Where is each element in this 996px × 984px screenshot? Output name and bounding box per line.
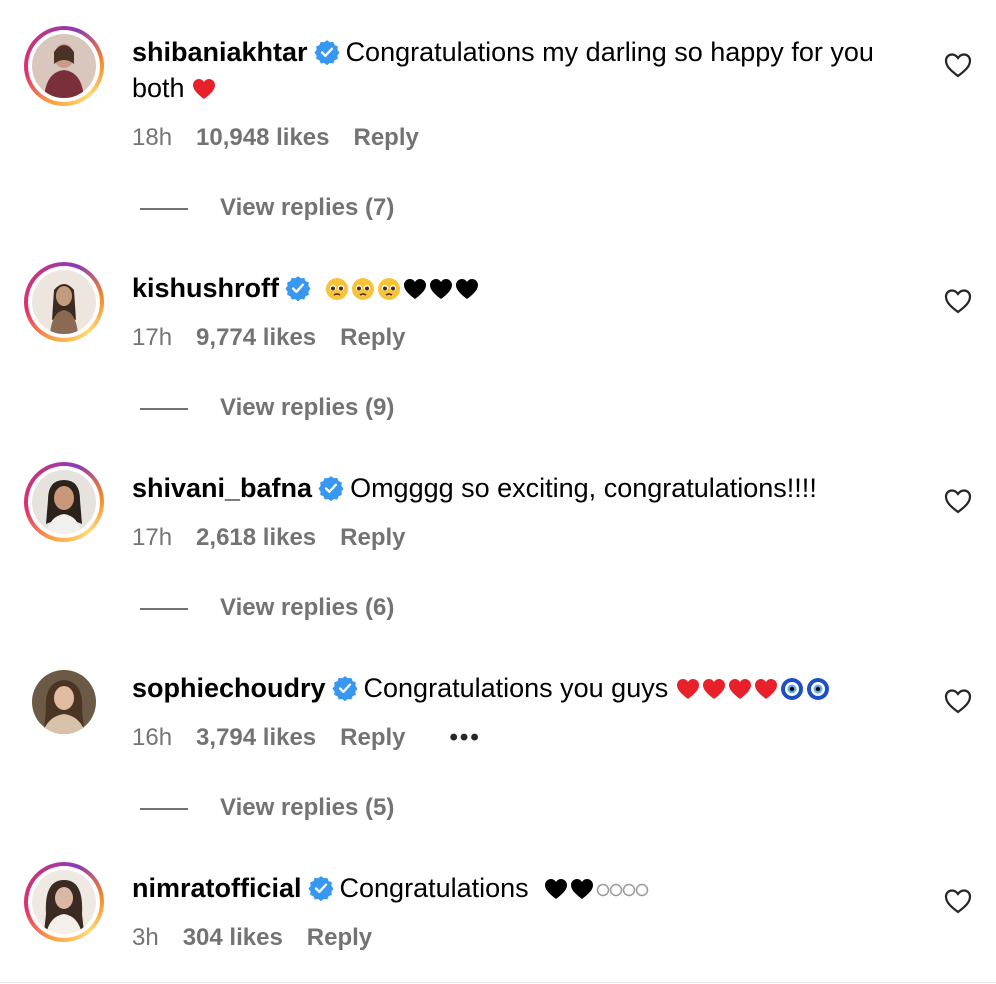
avatar [32,870,96,934]
username-link[interactable]: kishushroff [132,273,279,303]
avatar-story-ring[interactable] [24,26,104,106]
timestamp[interactable]: 17h [132,323,172,353]
red-heart-emoji-icon [193,79,216,99]
view-replies-label[interactable]: View replies (6) [220,593,394,623]
avatar [32,270,96,334]
comment-body: Congratulations you guys [363,673,669,703]
username-link[interactable]: nimratofficial [132,873,302,903]
verified-badge-icon [331,676,358,701]
heart-outline-icon[interactable] [944,888,972,914]
heart-outline-icon[interactable] [944,288,972,314]
bottom-divider [0,982,996,983]
black-heart-emoji-icon [545,879,568,899]
avatar [32,470,96,534]
replies-divider-line [140,808,188,810]
red-heart-emoji-icon [754,679,777,699]
black-heart-emoji-icon [403,279,426,299]
avatar-story-ring[interactable] [24,862,104,942]
reply-button[interactable]: Reply [307,923,372,953]
likes-count[interactable]: 10,948 likes [196,123,329,153]
replies-divider-line [140,408,188,410]
red-heart-emoji-icon [676,679,699,699]
nazar-amulet-emoji-icon [780,678,803,700]
comment-body: Congratulations [339,873,529,903]
comment-meta: 18h 10,948 likes Reply [132,123,419,153]
comment-meta: 3h 304 likes Reply [132,923,372,953]
black-heart-emoji-icon [571,879,594,899]
comment-text-line: kishushroff [132,270,922,306]
timestamp[interactable]: 3h [132,923,159,953]
avatar-story-ring[interactable] [24,262,104,342]
verified-badge-icon [313,40,340,65]
heart-outline-icon[interactable] [944,488,972,514]
pleading-face-emoji-icon [325,278,348,300]
comment-text-line: shivani_bafna Omgggg so exciting, congrat… [132,470,922,506]
timestamp[interactable]: 16h [132,723,172,753]
avatar-story-ring[interactable] [24,462,104,542]
comment-text-line: shibaniakhtar Congratulations my darling … [132,34,922,106]
pleading-face-emoji-icon [351,278,374,300]
replies-divider-line [140,608,188,610]
heart-outline-icon[interactable] [944,688,972,714]
reply-button[interactable]: Reply [354,123,419,153]
comment-meta: 16h 3,794 likes Reply ••• [132,723,481,753]
timestamp[interactable]: 18h [132,123,172,153]
reply-button[interactable]: Reply [340,723,405,753]
likes-count[interactable]: 9,774 likes [196,323,316,353]
comment-body: Omgggg so exciting, congratulations!!!! [350,473,817,503]
likes-count[interactable]: 3,794 likes [196,723,316,753]
avatar [32,34,96,98]
likes-count[interactable]: 2,618 likes [196,523,316,553]
verified-badge-icon [318,476,344,501]
view-replies-label[interactable]: View replies (7) [220,193,394,223]
username-link[interactable]: shivani_bafna [132,473,312,503]
timestamp[interactable]: 17h [132,523,172,553]
red-heart-emoji-icon [702,679,725,699]
black-heart-emoji-icon [455,279,478,299]
username-link[interactable]: sophiechoudry [132,673,326,703]
nazar-amulet-emoji-icon [806,678,829,700]
comment-meta: 17h 9,774 likes Reply [132,323,406,353]
pleading-face-emoji-icon [377,278,400,300]
replies-divider-line [140,208,188,210]
comment-meta: 17h 2,618 likes Reply [132,523,406,553]
avatar[interactable] [32,670,96,734]
comment-text-line: sophiechoudry Congratulations you guys [132,670,922,706]
reply-button[interactable]: Reply [340,523,405,553]
heart-outline-icon[interactable] [944,52,972,78]
view-replies-label[interactable]: View replies (5) [220,793,394,823]
red-heart-emoji-icon [728,679,751,699]
pearl-chain-emoji-icon [596,883,649,897]
black-heart-emoji-icon [429,279,452,299]
verified-badge-icon [307,876,334,901]
username-link[interactable]: shibaniakhtar [132,37,308,67]
comment-text-line: nimratofficial Congratulations [132,870,922,906]
verified-badge-icon [285,276,311,301]
view-replies-label[interactable]: View replies (9) [220,393,394,423]
reply-button[interactable]: Reply [340,323,405,353]
more-options-button[interactable]: ••• [450,723,481,753]
likes-count[interactable]: 304 likes [183,923,283,953]
